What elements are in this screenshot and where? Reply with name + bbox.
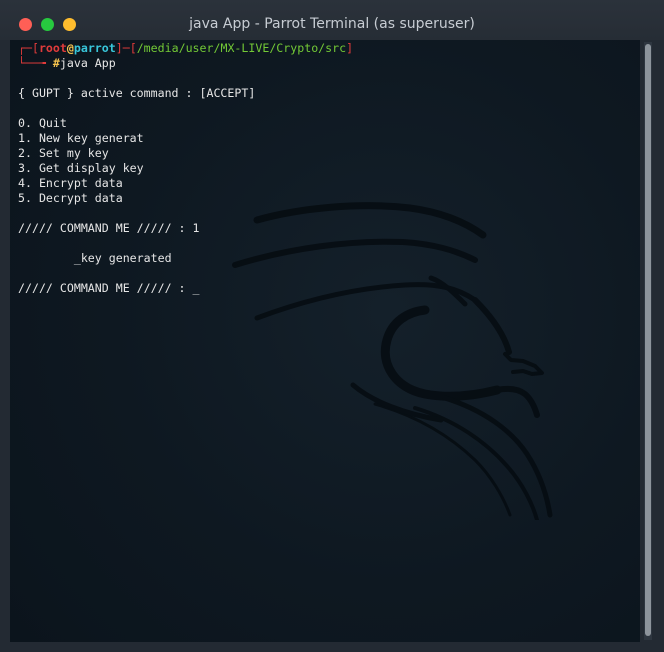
command-prompt-current[interactable]: ///// COMMAND ME ///// : _ [18,281,199,296]
scrollbar-thumb[interactable] [645,44,651,636]
prompt-open-bracket: ┌─[ [18,41,39,55]
prompt-separator: ]─[ [115,41,137,55]
prompt-close-bracket: ] [346,41,354,55]
menu-item-decrypt: 5. Decrypt data [18,191,123,205]
menu-item-quit: 0. Quit [18,116,67,130]
prompt-second-line-prefix: └──╼ [18,56,53,70]
menu-item-set-key: 2. Set my key [18,146,109,160]
command-prompt-response: ///// COMMAND ME ///// : 1 [18,221,200,235]
prompt-line-2: └──╼ #java App [18,56,116,71]
output-line: { GUPT } active command : [ACCEPT] [18,86,256,100]
menu-item-encrypt: 4. Encrypt data [18,176,123,190]
terminal-scrollbar[interactable] [644,42,652,640]
menu-item-display-key: 3. Get display key [18,161,144,175]
prompt-line-1: ┌─[root@parrot]─[/media/user/MX-LIVE/Cry… [18,41,353,56]
prompt-user: root [38,41,67,55]
menu-item-new-key: 1. New key generat [18,131,144,145]
terminal-output[interactable]: ┌─[root@parrot]─[/media/user/MX-LIVE/Cry… [10,40,640,642]
terminal-window: java App - Parrot Terminal (as superuser… [0,0,664,652]
prompt-hash: # [52,56,60,70]
prompt-command: java App [59,56,116,70]
prompt-host: parrot [73,41,116,55]
window-title: java App - Parrot Terminal (as superuser… [189,16,475,32]
kali-dragon-watermark-icon [232,202,553,520]
prompt-at: @ [66,41,74,55]
prompt-path: /media/user/MX-LIVE/Crypto/src [136,41,347,55]
title-bar[interactable]: java App - Parrot Terminal (as superuser… [0,0,664,40]
output-line: _key generated [18,251,172,265]
